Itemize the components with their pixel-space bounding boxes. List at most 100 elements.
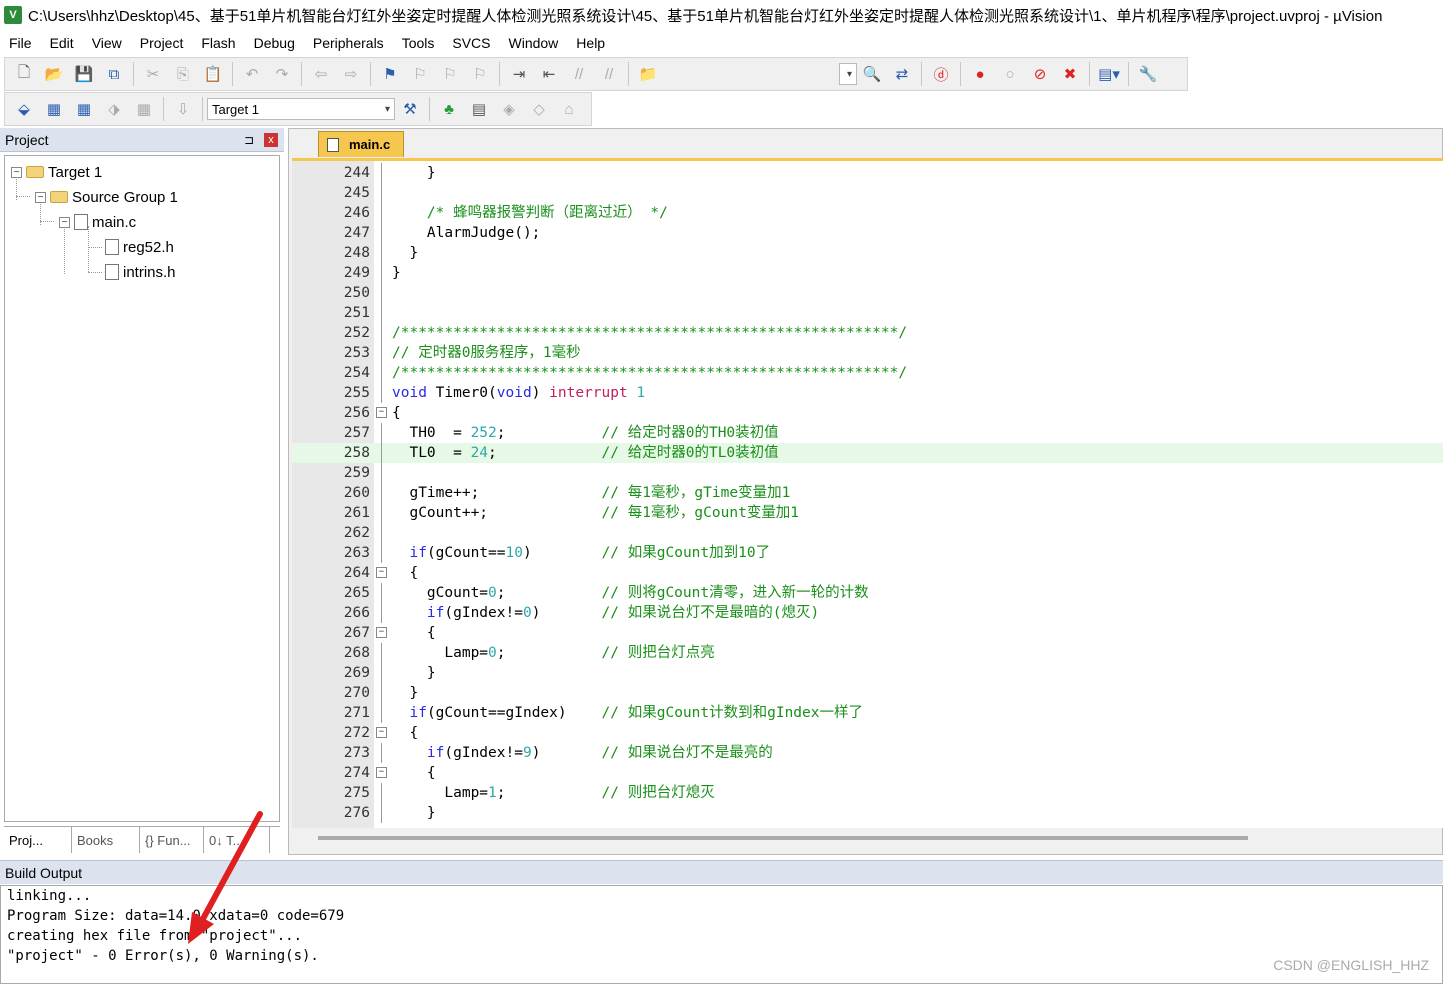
paste-icon[interactable]: 📋 [202,63,224,85]
fold-toggle-icon[interactable]: − [376,727,387,738]
menu-project[interactable]: Project [131,35,193,51]
window-layout-icon[interactable]: ▤▾ [1098,63,1120,85]
tree-item-main-c[interactable]: − main.c [59,210,136,234]
code-line[interactable]: 257 TH0 = 252; // 给定时器0的TH0装初值 [292,423,1443,443]
disable-breakpoints-icon[interactable]: ⊘ [1029,63,1051,85]
manage-project-items-icon[interactable]: ♣ [438,98,460,120]
translate-icon[interactable]: ⬙ [13,98,35,120]
menu-tools[interactable]: Tools [393,35,444,51]
cut-icon[interactable]: ✂ [142,63,164,85]
code-line[interactable]: 249} [292,263,1443,283]
find-icon[interactable]: 🔍 [861,63,883,85]
configure-icon[interactable]: 🔧 [1137,63,1159,85]
debug-session-icon[interactable]: ⓓ [930,63,952,85]
kill-breakpoints-icon[interactable]: ✖ [1059,63,1081,85]
code-line[interactable]: 254 /************************************… [292,363,1443,383]
redo-icon[interactable]: ↷ [271,63,293,85]
fold-toggle-icon[interactable]: − [376,567,387,578]
code-line[interactable]: 262 [292,523,1443,543]
menu-svcs[interactable]: SVCS [443,35,499,51]
close-icon[interactable]: x [264,132,278,147]
pin-icon[interactable]: ⊐ [244,133,254,147]
find-combo-dropdown[interactable]: ▾ [839,63,857,85]
tree-item-reg52-h[interactable]: reg52.h [105,235,174,259]
comment-icon[interactable]: // [568,63,590,85]
tree-item-target[interactable]: − Target 1 [11,160,102,184]
code-line[interactable]: 251 [292,303,1443,323]
menu-file[interactable]: File [0,35,41,51]
code-line[interactable]: 247 AlarmJudge(); [292,223,1443,243]
insert-breakpoint-icon[interactable]: ● [969,63,991,85]
code-line[interactable]: 258 TL0 = 24; // 给定时器0的TL0装初值 [292,443,1443,463]
code-line[interactable]: 252 /************************************… [292,323,1443,343]
fold-toggle-icon[interactable]: − [376,767,387,778]
code-line[interactable]: 269 } [292,663,1443,683]
code-line[interactable]: 263 if(gCount==10) // 如果gCount加到10了 [292,543,1443,563]
incremental-find-icon[interactable]: ⇄ [891,63,913,85]
code-line[interactable]: 275 Lamp=1; // 则把台灯熄灭 [292,783,1443,803]
build-icon[interactable]: ▦ [43,98,65,120]
menu-help[interactable]: Help [567,35,614,51]
find-in-files-icon[interactable]: 📁 [637,63,659,85]
tree-item-intrins-h[interactable]: intrins.h [105,260,176,284]
pack-installer-icon[interactable]: ⌂ [558,98,580,120]
code-line[interactable]: 274− { [292,763,1443,783]
menu-debug[interactable]: Debug [245,35,304,51]
stop-build-icon[interactable]: ▦ [133,98,155,120]
code-line[interactable]: 276 } [292,803,1443,823]
code-line[interactable]: 260 gTime++; // 每1毫秒，gTime变量加1 [292,483,1443,503]
open-file-icon[interactable]: 📂 [43,63,65,85]
undo-icon[interactable]: ↶ [241,63,263,85]
code-line[interactable]: 253 // 定时器0服务程序，1毫秒 [292,343,1443,363]
target-options-icon[interactable]: ⚒ [399,98,421,120]
code-line[interactable]: 272− { [292,723,1443,743]
new-file-icon[interactable]: 🗋 [13,63,35,85]
code-line[interactable]: 245 [292,183,1443,203]
clear-bookmarks-icon[interactable]: ⚐ [469,63,491,85]
select-software-packs-icon[interactable]: ◇ [528,98,550,120]
code-line[interactable]: 248 } [292,243,1443,263]
code-line[interactable]: 265 gCount=0; // 则将gCount清零，进入新一轮的计数 [292,583,1443,603]
save-icon[interactable]: 💾 [73,63,95,85]
code-editor[interactable]: 244 } 245 246 /* 蜂鸣器报警判断（距离过近） */247 Alarm… [292,158,1443,828]
fold-toggle-icon[interactable]: − [376,627,387,638]
code-line[interactable]: 261 gCount++; // 每1毫秒，gCount变量加1 [292,503,1443,523]
uncomment-icon[interactable]: // [598,63,620,85]
save-all-icon[interactable]: ⧉ [103,63,125,85]
collapse-icon[interactable]: − [11,166,22,178]
code-line[interactable]: 256−{ [292,403,1443,423]
next-bookmark-icon[interactable]: ⚐ [439,63,461,85]
menu-peripherals[interactable]: Peripherals [304,35,393,51]
collapse-icon[interactable]: − [59,216,70,228]
menu-edit[interactable]: Edit [41,35,83,51]
enable-breakpoint-icon[interactable]: ○ [999,63,1021,85]
tab-main-c[interactable]: main.c [318,131,404,157]
code-line[interactable]: 266 if(gIndex!=0) // 如果说台灯不是最暗的(熄灭) [292,603,1443,623]
target-select[interactable]: Target 1 ▾ [207,98,395,120]
navigate-back-icon[interactable]: ⇦ [310,63,332,85]
indent-icon[interactable]: ⇥ [508,63,530,85]
unindent-icon[interactable]: ⇤ [538,63,560,85]
code-line[interactable]: 270 } [292,683,1443,703]
prev-bookmark-icon[interactable]: ⚐ [409,63,431,85]
menu-view[interactable]: View [83,35,131,51]
menu-window[interactable]: Window [500,35,568,51]
code-line[interactable]: 264− { [292,563,1443,583]
rebuild-icon[interactable]: ▦ [73,98,95,120]
code-line[interactable]: 268 Lamp=0; // 则把台灯点亮 [292,643,1443,663]
menu-flash[interactable]: Flash [192,35,244,51]
code-line[interactable]: 271 if(gCount==gIndex) // 如果gCount计数到和gI… [292,703,1443,723]
tab-books[interactable]: Books [72,827,140,853]
bookmark-icon[interactable]: ⚑ [379,63,401,85]
tree-item-source-group[interactable]: − Source Group 1 [35,185,178,209]
code-line[interactable]: 255 void Timer0(void) interrupt 1 [292,383,1443,403]
code-line[interactable]: 246 /* 蜂鸣器报警判断（距离过近） */ [292,203,1443,223]
download-icon[interactable]: ⇩ [172,98,194,120]
collapse-icon[interactable]: − [35,191,46,203]
code-line[interactable]: 273 if(gIndex!=9) // 如果说台灯不是最亮的 [292,743,1443,763]
batch-build-icon[interactable]: ⬗ [103,98,125,120]
code-line[interactable]: 250 [292,283,1443,303]
manage-run-time-env-icon[interactable]: ◈ [498,98,520,120]
tab-project[interactable]: Proj... [4,827,72,853]
navigate-forward-icon[interactable]: ⇨ [340,63,362,85]
